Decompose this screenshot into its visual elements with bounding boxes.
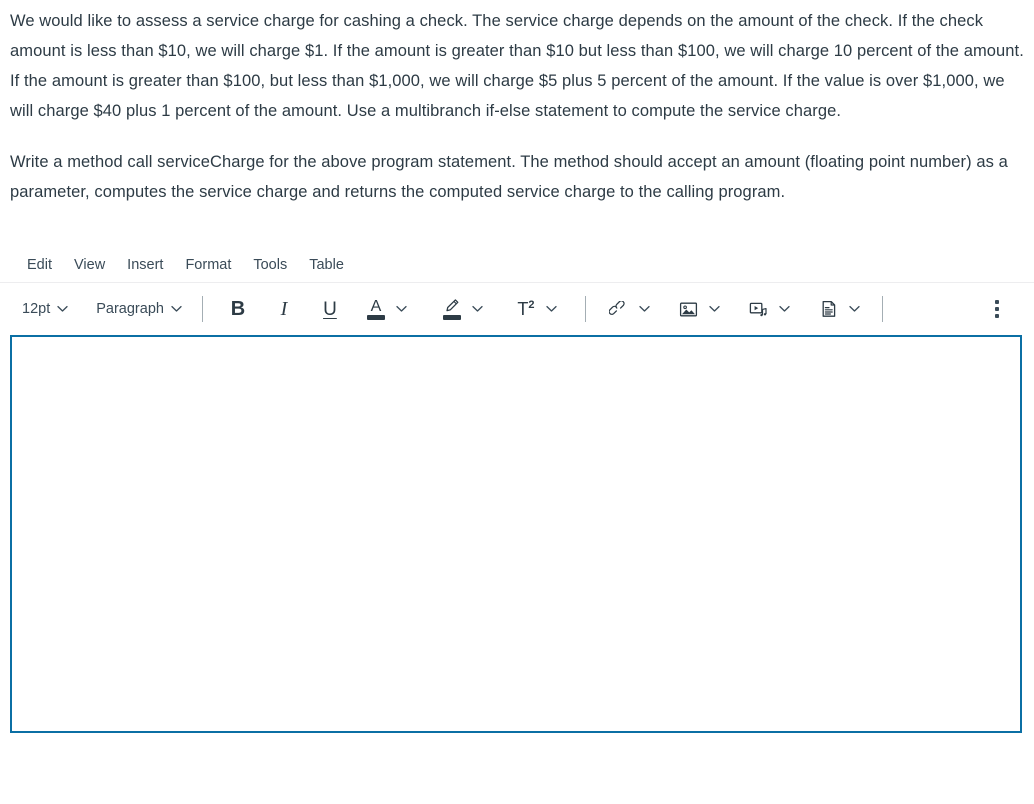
image-button[interactable] bbox=[674, 294, 704, 324]
chevron-down-icon bbox=[171, 305, 182, 313]
menu-format[interactable]: Format bbox=[174, 253, 242, 277]
document-icon bbox=[820, 300, 838, 318]
image-icon bbox=[679, 301, 698, 318]
bold-icon: B bbox=[230, 298, 246, 320]
text-color-button[interactable]: A bbox=[361, 293, 391, 325]
text-color-swatch bbox=[366, 314, 385, 320]
block-format-value: Paragraph bbox=[96, 301, 164, 317]
chevron-down-icon bbox=[546, 305, 558, 313]
image-dropdown-toggle[interactable] bbox=[704, 294, 726, 324]
menu-insert[interactable]: Insert bbox=[116, 253, 174, 277]
toolbar-separator bbox=[881, 296, 883, 322]
menu-table[interactable]: Table bbox=[298, 253, 355, 277]
toolbar-separator bbox=[201, 296, 203, 322]
text-color-a-icon: A bbox=[370, 297, 382, 315]
chevron-down-icon bbox=[779, 305, 791, 313]
link-icon bbox=[609, 300, 628, 318]
underline-button[interactable]: U bbox=[315, 294, 345, 324]
document-dropdown-toggle[interactable] bbox=[844, 294, 866, 324]
menu-view[interactable]: View bbox=[63, 253, 116, 277]
underline-icon: U bbox=[323, 298, 337, 320]
link-button[interactable] bbox=[604, 294, 634, 324]
bold-button[interactable]: B bbox=[223, 294, 253, 324]
media-icon bbox=[749, 301, 768, 318]
superscript-dropdown-toggle[interactable] bbox=[541, 294, 563, 324]
kebab-dot bbox=[995, 314, 999, 318]
chevron-down-icon bbox=[709, 305, 721, 313]
highlight-color-button[interactable] bbox=[437, 293, 467, 325]
italic-icon: I bbox=[280, 298, 288, 320]
chevron-down-icon bbox=[639, 305, 651, 313]
question-paragraph-1: We would like to assess a service charge… bbox=[10, 12, 1024, 120]
toolbar-separator bbox=[584, 296, 586, 322]
document-button[interactable] bbox=[814, 294, 844, 324]
chevron-down-icon bbox=[849, 305, 861, 313]
media-dropdown-toggle[interactable] bbox=[774, 294, 796, 324]
more-options-button[interactable] bbox=[982, 294, 1012, 324]
text-color-dropdown-toggle[interactable] bbox=[391, 294, 413, 324]
chevron-down-icon bbox=[57, 305, 68, 313]
rich-text-editor: Edit View Insert Format Tools Table 12pt… bbox=[0, 248, 1034, 733]
font-size-dropdown[interactable]: 12pt bbox=[14, 295, 76, 323]
font-size-value: 12pt bbox=[22, 301, 51, 317]
editor-menubar: Edit View Insert Format Tools Table bbox=[0, 248, 1034, 283]
kebab-dot bbox=[995, 300, 999, 304]
highlight-color-swatch bbox=[442, 315, 461, 320]
superscript-icon: T2 bbox=[517, 299, 535, 319]
kebab-dot bbox=[995, 307, 999, 311]
chevron-down-icon bbox=[396, 305, 408, 313]
media-button[interactable] bbox=[744, 294, 774, 324]
editor-content-area[interactable] bbox=[10, 335, 1022, 733]
italic-button[interactable]: I bbox=[269, 294, 299, 324]
block-format-dropdown[interactable]: Paragraph bbox=[88, 295, 190, 323]
menu-edit[interactable]: Edit bbox=[16, 253, 63, 277]
editor-toolbar: 12pt Paragraph B I U A T2 bbox=[0, 283, 1034, 335]
chevron-down-icon bbox=[472, 305, 484, 313]
superscript-button[interactable]: T2 bbox=[511, 294, 541, 324]
menu-tools[interactable]: Tools bbox=[242, 253, 298, 277]
highlight-color-dropdown-toggle[interactable] bbox=[467, 294, 489, 324]
highlighter-pen-icon bbox=[443, 298, 460, 314]
question-paragraph-2: Write a method call serviceCharge for th… bbox=[10, 153, 1008, 201]
question-text: We would like to assess a service charge… bbox=[0, 0, 1034, 207]
link-dropdown-toggle[interactable] bbox=[634, 294, 656, 324]
